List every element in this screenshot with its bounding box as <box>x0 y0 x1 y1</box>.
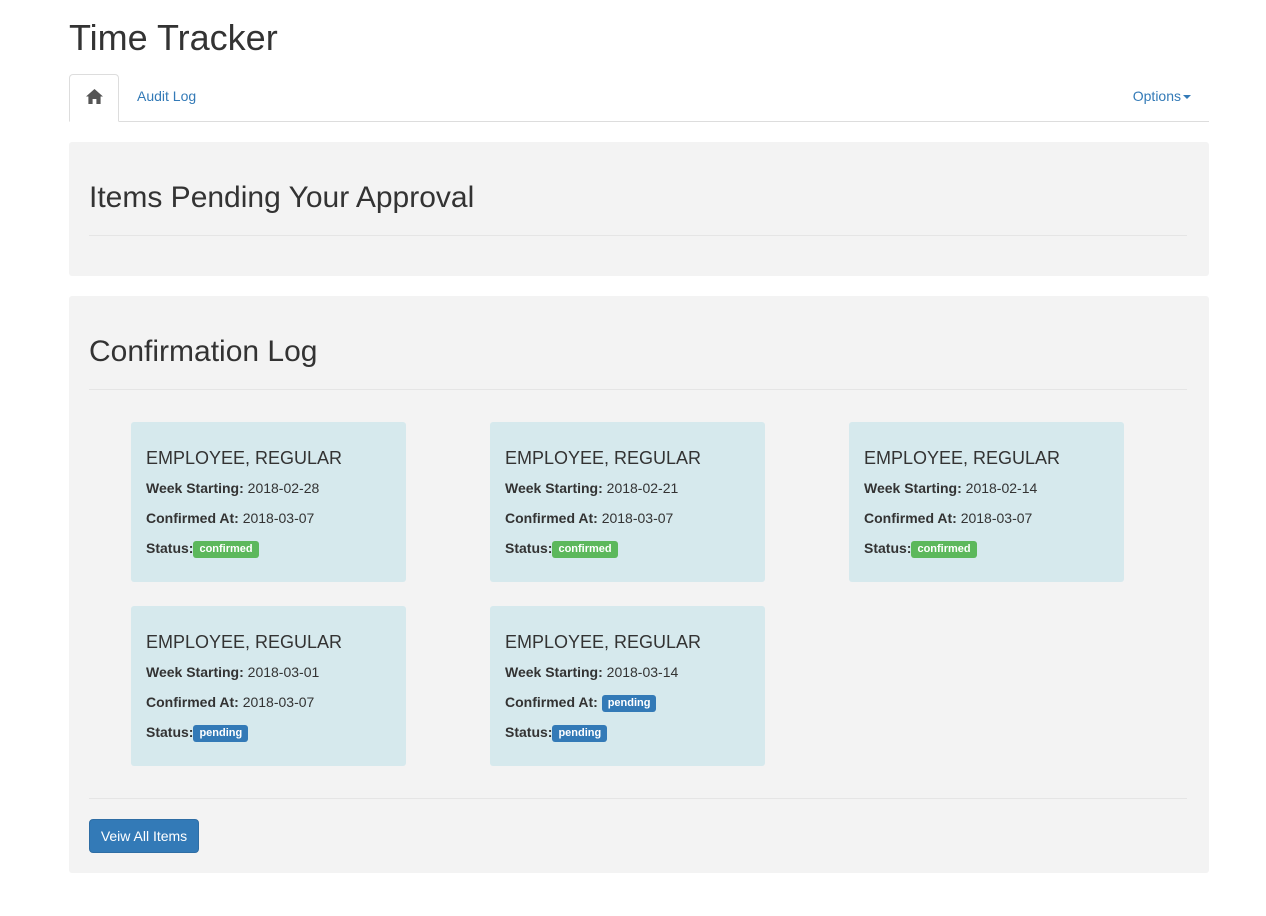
options-label: Options <box>1132 88 1181 104</box>
confirmed-at-row: Confirmed At: 2018-03-07 <box>505 509 673 527</box>
week-starting-row: Week Starting: 2018-02-14 <box>864 479 1037 497</box>
app-title: Time Tracker <box>69 17 278 58</box>
pending-approval-title: Items Pending Your Approval <box>89 181 475 214</box>
week-starting-row: Week Starting: 2018-03-14 <box>505 663 678 681</box>
confirmation-log-title: Confirmation Log <box>89 335 318 368</box>
week-starting-row: Week Starting: 2018-02-28 <box>146 479 319 497</box>
confirmed-label: Confirmed At: <box>864 510 957 526</box>
status-row: Status: pending <box>505 723 608 742</box>
week-starting-row: Week Starting: 2018-03-01 <box>146 663 319 681</box>
confirmed-pending-badge: pending <box>601 695 657 712</box>
status-badge: confirmed <box>193 541 259 558</box>
status-badge: confirmed <box>552 541 618 558</box>
status-row: Status: confirmed <box>146 539 259 558</box>
confirmed-at-row: Confirmed At: 2018-03-07 <box>146 693 314 711</box>
confirmed-at-row: Confirmed At: 2018-03-07 <box>864 509 1032 527</box>
week-value: 2018-02-14 <box>965 480 1038 496</box>
divider <box>89 235 1187 236</box>
employee-name: EMPLOYEE, REGULAR <box>505 448 702 468</box>
status-badge: pending <box>193 725 249 742</box>
confirmed-label: Confirmed At: <box>505 694 598 710</box>
confirmation-log-panel: Confirmation Log EMPLOYEE, REGULAR Week … <box>69 296 1209 873</box>
confirmed-label: Confirmed At: <box>505 510 598 526</box>
week-label: Week Starting: <box>505 664 603 680</box>
week-label: Week Starting: <box>864 480 962 496</box>
confirmed-value: 2018-03-07 <box>242 694 315 710</box>
week-label: Week Starting: <box>505 480 603 496</box>
employee-name: EMPLOYEE, REGULAR <box>146 448 343 468</box>
employee-name: EMPLOYEE, REGULAR <box>864 448 1061 468</box>
status-label: Status: <box>146 724 194 740</box>
confirmed-label: Confirmed At: <box>146 510 239 526</box>
status-row: Status: pending <box>146 723 249 742</box>
week-starting-row: Week Starting: 2018-02-21 <box>505 479 678 497</box>
week-label: Week Starting: <box>146 664 244 680</box>
log-card[interactable]: EMPLOYEE, REGULAR Week Starting: 2018-03… <box>490 606 765 766</box>
confirmed-value: 2018-03-07 <box>960 510 1033 526</box>
log-card[interactable]: EMPLOYEE, REGULAR Week Starting: 2018-03… <box>131 606 406 766</box>
employee-name: EMPLOYEE, REGULAR <box>505 632 702 652</box>
week-label: Week Starting: <box>146 480 244 496</box>
confirmed-value: 2018-03-07 <box>242 510 315 526</box>
tab-audit-log[interactable]: Audit Log <box>137 74 196 121</box>
view-all-items-button[interactable]: Veiw All Items <box>89 819 199 853</box>
week-value: 2018-02-28 <box>247 480 320 496</box>
status-label: Status: <box>505 724 553 740</box>
status-label: Status: <box>864 540 912 556</box>
nav-tabs: Audit Log Options <box>69 74 1209 122</box>
caret-down-icon <box>1183 95 1191 100</box>
divider <box>89 798 1187 799</box>
status-row: Status: confirmed <box>505 539 618 558</box>
options-dropdown[interactable]: Options <box>1133 74 1191 121</box>
pending-approval-panel: Items Pending Your Approval <box>69 142 1209 276</box>
log-card[interactable]: EMPLOYEE, REGULAR Week Starting: 2018-02… <box>490 422 765 582</box>
confirmed-value: 2018-03-07 <box>601 510 674 526</box>
log-card[interactable]: EMPLOYEE, REGULAR Week Starting: 2018-02… <box>131 422 406 582</box>
status-label: Status: <box>505 540 553 556</box>
status-badge: pending <box>552 725 608 742</box>
week-value: 2018-03-01 <box>247 664 320 680</box>
confirmed-label: Confirmed At: <box>146 694 239 710</box>
confirmed-at-row: Confirmed At: 2018-03-07 <box>146 509 314 527</box>
status-badge: confirmed <box>911 541 977 558</box>
status-label: Status: <box>146 540 194 556</box>
tab-home[interactable] <box>69 74 119 122</box>
week-value: 2018-02-21 <box>606 480 679 496</box>
log-card[interactable]: EMPLOYEE, REGULAR Week Starting: 2018-02… <box>849 422 1124 582</box>
home-icon <box>85 89 103 107</box>
employee-name: EMPLOYEE, REGULAR <box>146 632 343 652</box>
divider <box>89 389 1187 390</box>
confirmed-at-row: Confirmed At: pending <box>505 693 657 712</box>
week-value: 2018-03-14 <box>606 664 679 680</box>
status-row: Status: confirmed <box>864 539 977 558</box>
